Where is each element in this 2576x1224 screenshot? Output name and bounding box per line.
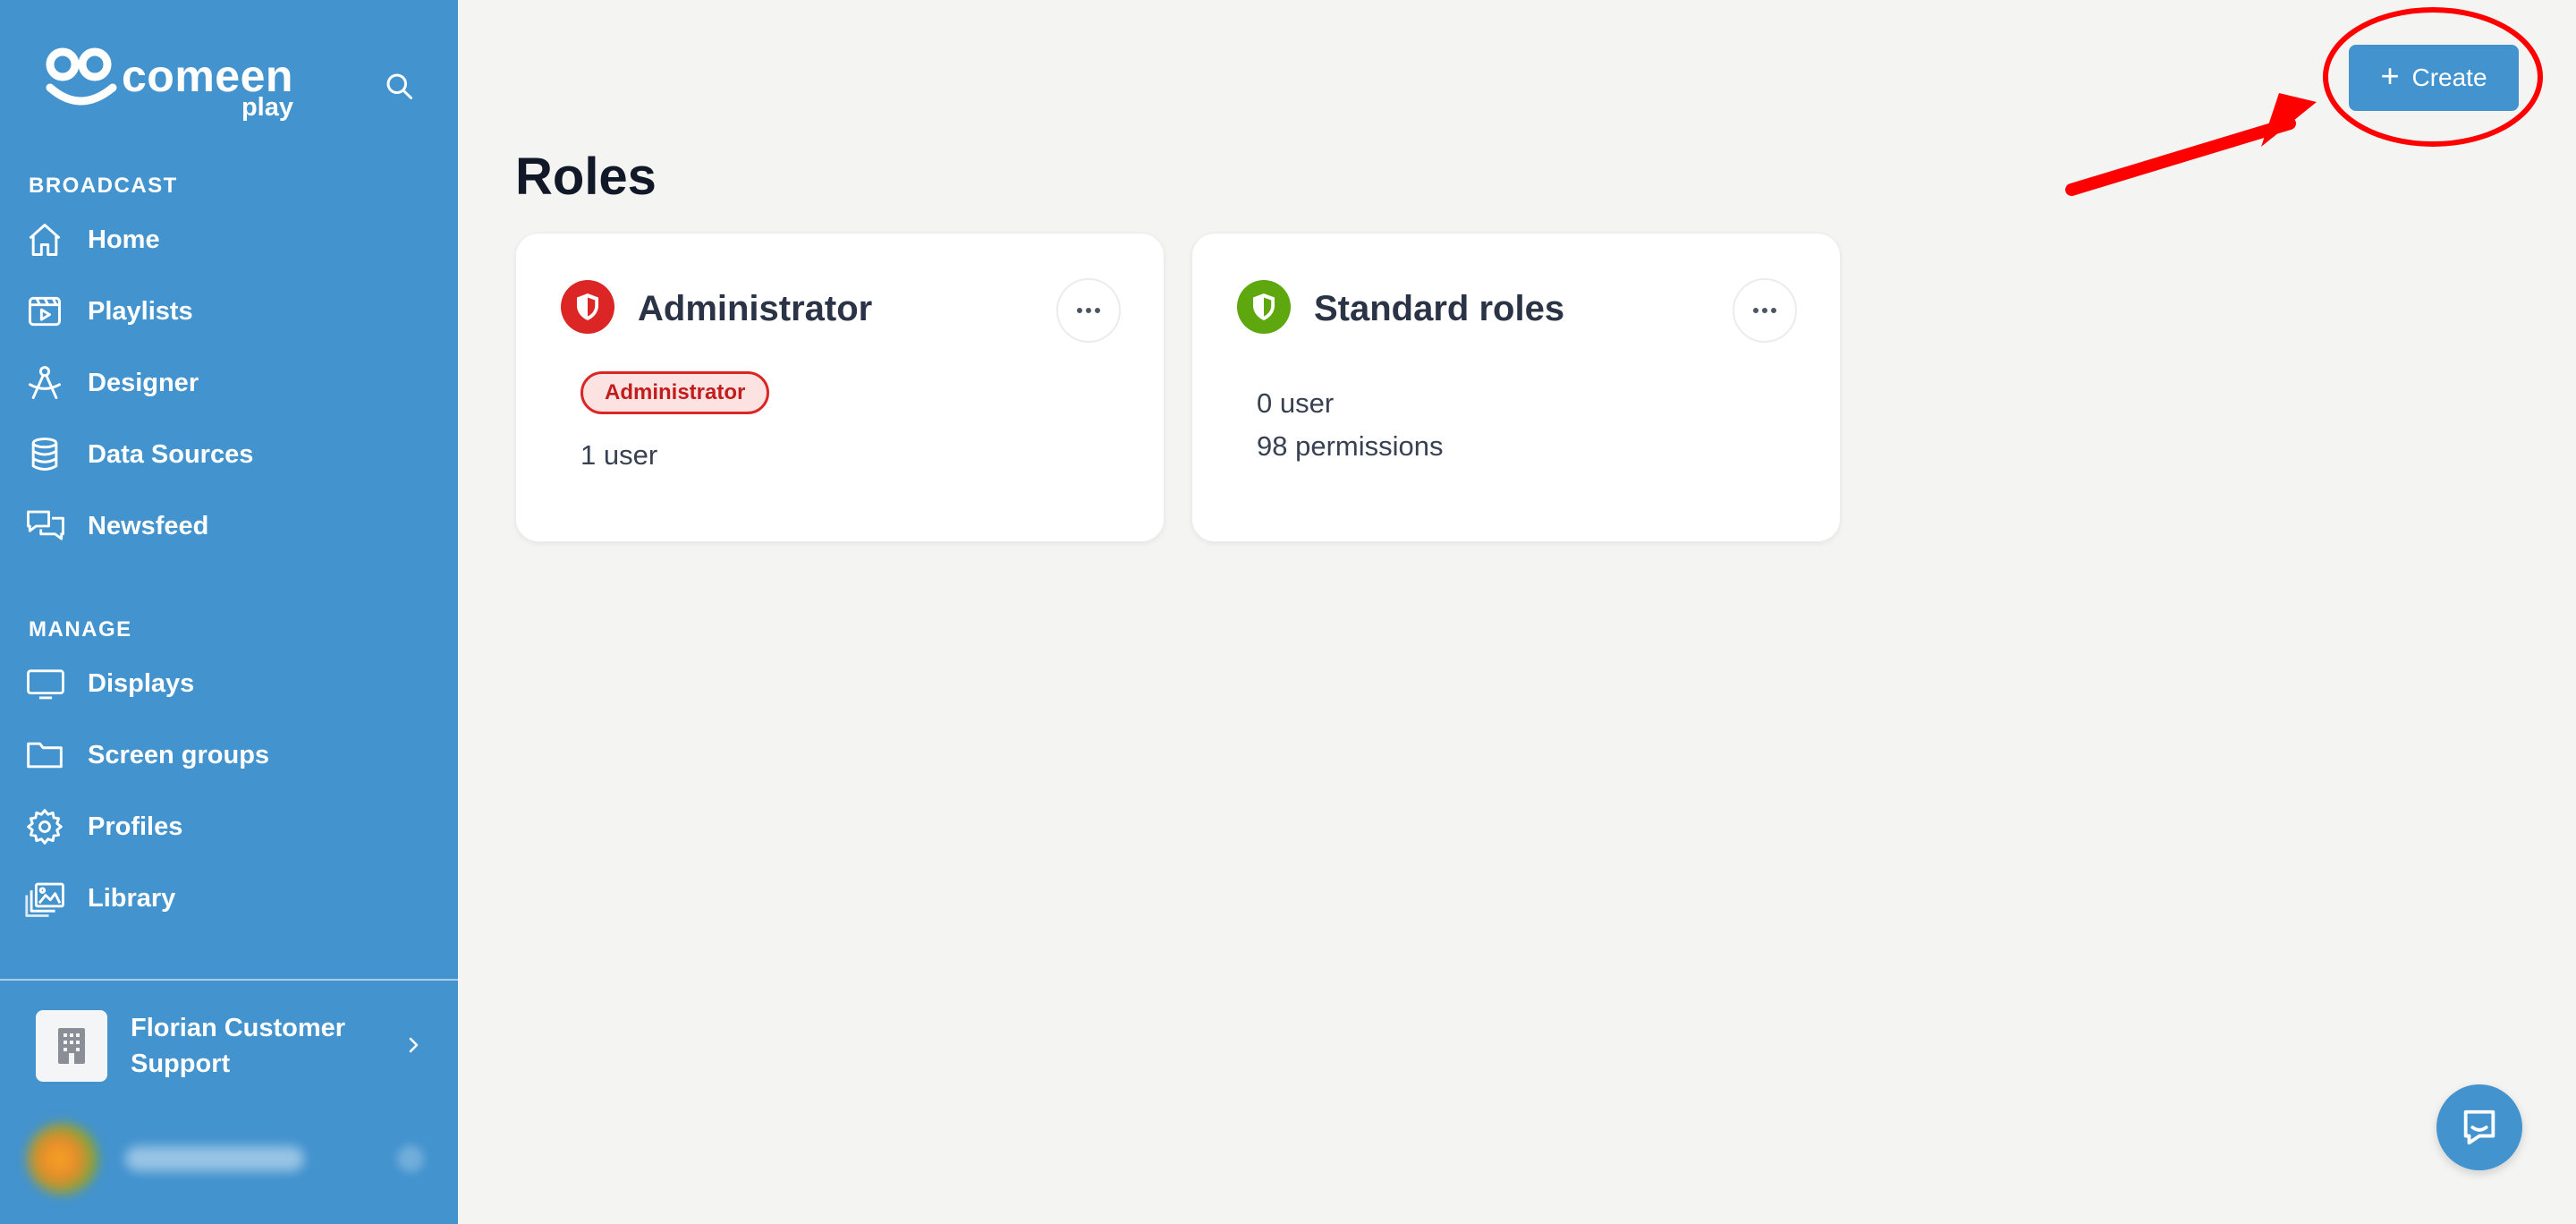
organization-name: Florian Customer Support: [131, 1014, 346, 1078]
chat-icon: [2463, 1109, 2496, 1145]
sidebar-item-newsfeed[interactable]: Newsfeed: [25, 497, 436, 555]
images-icon: [25, 877, 72, 920]
role-badge: Administrator: [580, 371, 770, 414]
section-label-broadcast: BROADCAST: [29, 174, 178, 198]
annotation-arrow-shaft: [2065, 117, 2296, 196]
sidebar-item-label: Playlists: [88, 296, 193, 326]
sidebar: comeen play BROADCAST Home Playlists Des…: [0, 0, 458, 1224]
home-icon: [25, 218, 72, 261]
chat-bubbles-icon: [25, 505, 72, 548]
brand-logo[interactable]: comeen play: [43, 43, 293, 121]
ellipsis-icon: [1077, 308, 1100, 313]
sidebar-item-playlists[interactable]: Playlists: [25, 283, 436, 340]
create-button[interactable]: + Create: [2349, 45, 2519, 111]
ellipsis-icon: [1753, 308, 1776, 313]
chat-launcher-button[interactable]: [2436, 1084, 2522, 1170]
brand-name: comeen: [122, 51, 293, 101]
shield-icon: [561, 280, 614, 334]
plus-icon: +: [2380, 57, 2400, 94]
user-name-blurred: [125, 1146, 304, 1171]
shield-icon: [1237, 280, 1291, 334]
role-title: Standard roles: [1314, 289, 1565, 328]
sidebar-item-label: Data Sources: [88, 439, 254, 469]
sidebar-item-label: Designer: [88, 368, 199, 397]
sidebar-item-designer[interactable]: Designer: [25, 354, 436, 412]
sidebar-item-label: Home: [88, 225, 160, 254]
sidebar-item-label: Displays: [88, 668, 195, 698]
sidebar-item-data-sources[interactable]: Data Sources: [25, 426, 436, 483]
building-icon: [36, 1010, 107, 1082]
user-menu-caret-icon: [397, 1145, 424, 1172]
organization-switcher[interactable]: Florian Customer Support: [36, 1007, 429, 1084]
sidebar-item-label: Screen groups: [88, 740, 270, 769]
sidebar-item-label: Newsfeed: [88, 511, 209, 540]
create-button-label: Create: [2411, 64, 2487, 91]
database-icon: [25, 433, 72, 476]
designer-icon: [25, 361, 72, 404]
sidebar-item-label: Library: [88, 883, 176, 913]
role-user-count: 0 user: [1257, 387, 1335, 419]
role-user-count: 1 user: [580, 439, 658, 471]
role-card-standard-roles[interactable]: Standard roles 0 user 98 permissions: [1191, 233, 1841, 542]
role-permission-count: 98 permissions: [1257, 430, 1444, 462]
folder-icon: [25, 734, 72, 777]
role-card-administrator[interactable]: Administrator Administrator 1 user: [515, 233, 1165, 542]
sidebar-item-home[interactable]: Home: [25, 211, 436, 268]
sidebar-item-profiles[interactable]: Profiles: [25, 798, 436, 855]
sidebar-item-library[interactable]: Library: [25, 870, 436, 927]
sidebar-item-displays[interactable]: Displays: [25, 655, 436, 712]
search-icon: [386, 73, 412, 99]
playlist-icon: [25, 290, 72, 333]
page-title: Roles: [515, 148, 657, 206]
annotation-arrow-head: [2261, 93, 2317, 147]
chevron-right-icon: [397, 1029, 429, 1061]
monitor-icon: [25, 662, 72, 705]
comeen-logo-icon: [46, 47, 117, 106]
section-label-manage: MANAGE: [29, 617, 132, 642]
user-menu[interactable]: [27, 1118, 429, 1199]
avatar: [27, 1123, 98, 1194]
more-options-button[interactable]: [1056, 278, 1121, 343]
sidebar-divider: [0, 979, 458, 981]
more-options-button[interactable]: [1733, 278, 1797, 343]
gear-icon: [25, 805, 72, 848]
role-title: Administrator: [638, 289, 873, 328]
sidebar-item-label: Profiles: [88, 812, 183, 841]
sidebar-item-screen-groups[interactable]: Screen groups: [25, 727, 436, 784]
search-button[interactable]: [379, 66, 419, 106]
